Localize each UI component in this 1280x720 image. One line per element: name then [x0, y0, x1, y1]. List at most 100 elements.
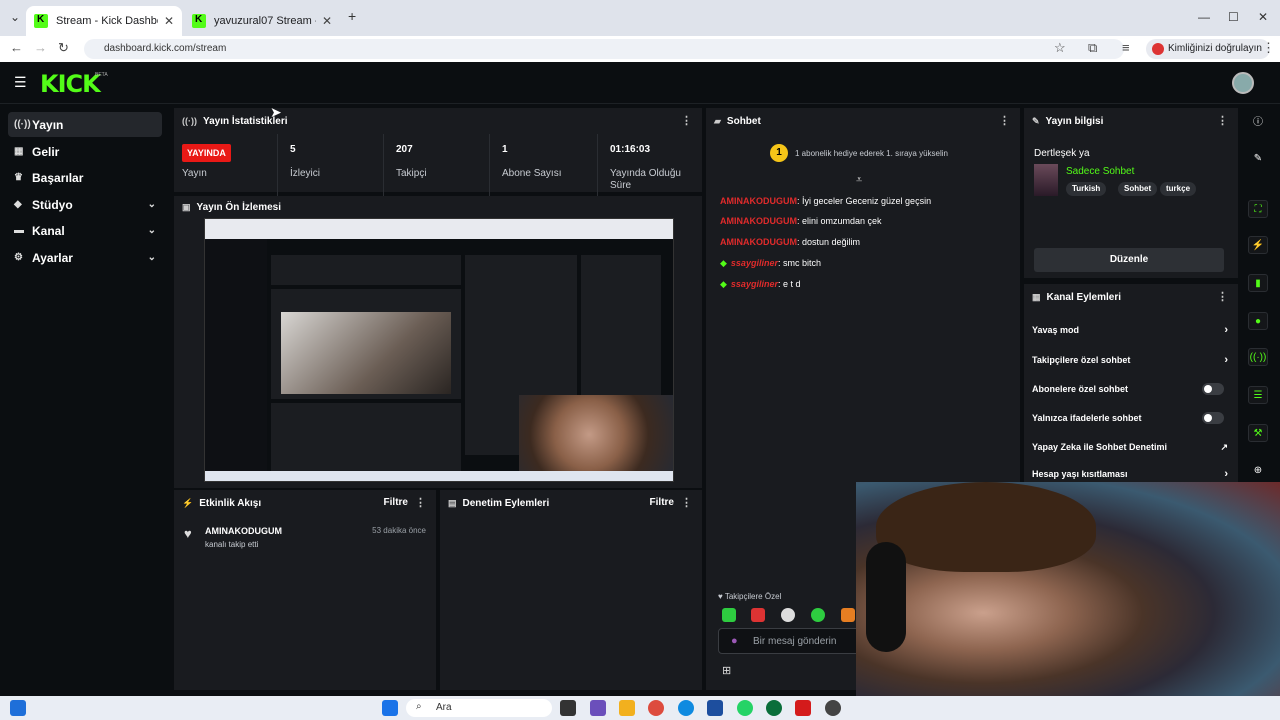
quick-actions-rail: ⓘ ✎ ⛶ ⚡ ▮ ● ((·)) ☰ ⚒ ⊕: [1242, 104, 1280, 490]
external-link-icon: ↗: [1220, 441, 1228, 452]
event-user[interactable]: AMINAKODUGUM: [205, 526, 282, 536]
extensions-icon[interactable]: ⧉: [1088, 40, 1097, 56]
chat-icon: ▰: [714, 115, 721, 126]
teams-icon[interactable]: [590, 700, 606, 716]
action-account-age[interactable]: Hesap yaşı kısıtlaması ›: [1032, 466, 1228, 482]
chat-text: : e t d: [777, 279, 801, 289]
pinned-gift-message[interactable]: 1 abonelik hediye ederek 1. sıraya yükse…: [795, 149, 948, 158]
tag-chip[interactable]: turkçe: [1160, 182, 1197, 196]
sidebar-item-kanal[interactable]: ▬ Kanal ⌄: [8, 218, 162, 243]
lightning-icon[interactable]: ⚡: [1248, 236, 1268, 254]
panel-header: ▤ Denetim Eylemleri Filtre ⋮: [440, 490, 702, 516]
edit-button[interactable]: Düzenle: [1034, 248, 1224, 272]
more-options-icon[interactable]: ⋮: [415, 496, 426, 509]
subscribers-only-toggle[interactable]: [1202, 383, 1224, 395]
panel-title: Denetim Eylemleri: [462, 497, 550, 509]
category-link[interactable]: Sadece Sohbet: [1066, 166, 1134, 177]
stream-preview-video[interactable]: [204, 218, 674, 482]
emote-icon[interactable]: [722, 608, 736, 622]
file-explorer-icon[interactable]: [619, 700, 635, 716]
new-tab-button[interactable]: +: [348, 8, 356, 24]
maximize-button[interactable]: ☐: [1228, 10, 1239, 24]
filter-button[interactable]: Filtre: [650, 497, 674, 508]
bookmark-star-icon[interactable]: ☆: [1054, 40, 1066, 56]
windows-start-icon[interactable]: [382, 700, 398, 716]
wrench-icon[interactable]: ⚒: [1248, 424, 1268, 442]
emote-icon[interactable]: [751, 608, 765, 622]
emote-icon[interactable]: [841, 608, 855, 622]
chat-username[interactable]: AMINAKODUGUM: [720, 237, 797, 247]
minimize-button[interactable]: —: [1198, 10, 1210, 24]
hamburger-menu-icon[interactable]: ☰: [14, 74, 27, 91]
more-options-icon[interactable]: ⋮: [999, 114, 1010, 127]
chrome-icon[interactable]: [648, 700, 664, 716]
tab-close-icon[interactable]: ✕: [322, 14, 332, 28]
sidebar-item-label: Stüdyo: [32, 197, 73, 212]
user-avatar[interactable]: [1232, 72, 1254, 94]
stat-followers: 207 Takipçi: [384, 134, 490, 196]
tab-close-icon[interactable]: ✕: [164, 14, 174, 28]
sidebar-item-studyo[interactable]: ◆ Stüdyo ⌄: [8, 192, 162, 217]
settings-icon: ⚙: [14, 252, 23, 263]
emotes-only-toggle[interactable]: [1202, 412, 1224, 424]
tab-search-icon[interactable]: ⌄: [10, 10, 20, 24]
url-input[interactable]: dashboard.kick.com/stream: [84, 39, 1124, 59]
stat-label: İzleyici: [290, 168, 321, 179]
action-ai-moderation[interactable]: Yapay Zeka ile Sohbet Denetimi ↗: [1032, 437, 1228, 457]
store-icon[interactable]: [707, 700, 723, 716]
widgets-icon[interactable]: [10, 700, 26, 716]
taskbar-search[interactable]: ⌕ Ara: [406, 699, 552, 717]
sidebar-item-ayarlar[interactable]: ⚙ Ayarlar ⌄: [8, 245, 162, 270]
chat-username[interactable]: AMINAKODUGUM: [720, 196, 797, 206]
more-options-icon[interactable]: ⋮: [681, 114, 692, 127]
gift-icon[interactable]: ⊞: [722, 664, 731, 677]
action-slow-mode[interactable]: Yavaş mod ›: [1032, 320, 1228, 340]
sidebar-item-yayin[interactable]: ((·)) Yayın: [8, 112, 162, 137]
reload-icon[interactable]: ↻: [58, 40, 69, 56]
tab-kick-dashboard[interactable]: Stream - Kick Dashboard ✕: [26, 6, 182, 36]
emote-icon[interactable]: [811, 608, 825, 622]
action-label: Abonelere özel sohbet: [1032, 384, 1129, 394]
pencil-icon[interactable]: ✎: [1248, 150, 1268, 168]
kick-logo[interactable]: KICK: [40, 70, 101, 98]
emote-icon[interactable]: [781, 608, 795, 622]
reading-list-icon[interactable]: ≡: [1122, 40, 1130, 55]
edge-icon[interactable]: [678, 700, 694, 716]
chat-username[interactable]: ssaygiliner: [731, 279, 778, 289]
chat-username[interactable]: ssaygiliner: [731, 258, 778, 268]
microphone-icon[interactable]: ●: [731, 635, 738, 647]
task-view-icon[interactable]: [560, 700, 576, 716]
scroll-down-icon[interactable]: ⩡: [856, 174, 862, 187]
preview-panel: [581, 255, 661, 395]
action-subscribers-only: Abonelere özel sohbet: [1032, 379, 1228, 399]
action-followers-only[interactable]: Takipçilere özel sohbet ›: [1032, 350, 1228, 370]
app-icon[interactable]: [766, 700, 782, 716]
document-icon[interactable]: ▮: [1248, 274, 1268, 292]
layers-icon[interactable]: ☰: [1248, 386, 1268, 404]
chat-username[interactable]: AMINAKODUGUM: [720, 216, 797, 226]
more-options-icon[interactable]: ⋮: [681, 496, 692, 509]
add-widget-icon[interactable]: ⊕: [1248, 462, 1268, 480]
tab-title: yavuzural07 Stream - Watch Li: [214, 15, 316, 27]
close-window-button[interactable]: ✕: [1258, 10, 1268, 24]
broadcast-icon[interactable]: ((·)): [1248, 348, 1268, 366]
tag-chip[interactable]: Turkish: [1066, 182, 1107, 196]
whatsapp-icon[interactable]: [737, 700, 753, 716]
profile-identity-button[interactable]: Kimliğinizi doğrulayın: [1146, 39, 1270, 59]
forward-icon[interactable]: →: [34, 40, 47, 55]
fullscreen-icon[interactable]: ⛶: [1248, 200, 1268, 218]
app-icon[interactable]: [825, 700, 841, 716]
chat-bubble-icon[interactable]: ●: [1248, 312, 1268, 330]
sidebar-item-basarilar[interactable]: ♛ Başarılar: [8, 165, 162, 190]
info-icon[interactable]: ⓘ: [1248, 114, 1268, 132]
rank-badge: 1: [770, 144, 788, 162]
sidebar-item-gelir[interactable]: ▦ Gelir: [8, 139, 162, 164]
app-icon[interactable]: [795, 700, 811, 716]
more-options-icon[interactable]: ⋮: [1217, 114, 1228, 127]
tab-watch-stream[interactable]: yavuzural07 Stream - Watch Li ✕: [184, 6, 340, 36]
back-icon[interactable]: ←: [10, 40, 23, 55]
browser-menu-icon[interactable]: ⋮: [1262, 40, 1275, 56]
filter-button[interactable]: Filtre: [384, 497, 408, 508]
more-options-icon[interactable]: ⋮: [1217, 290, 1228, 303]
tag-chip[interactable]: Sohbet: [1118, 182, 1158, 196]
